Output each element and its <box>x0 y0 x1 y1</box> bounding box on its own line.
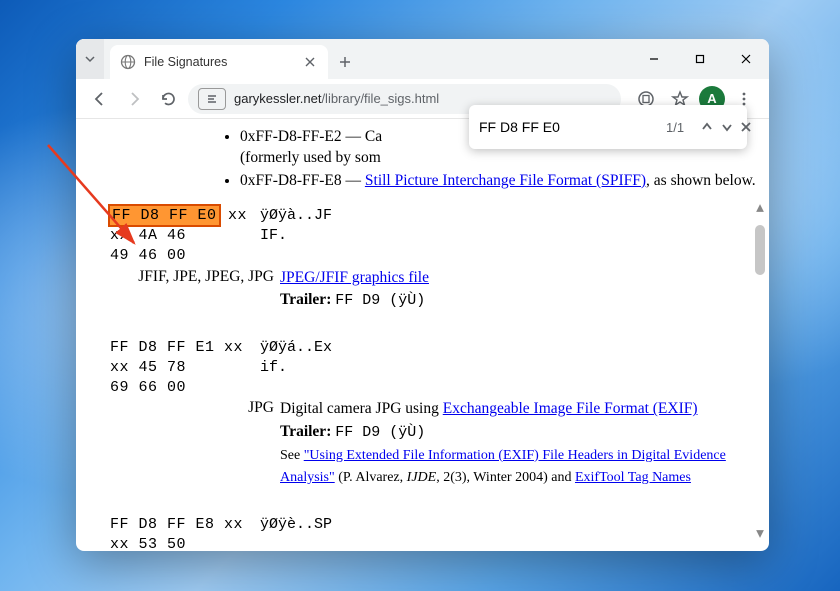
globe-icon <box>120 54 136 70</box>
find-prev-button[interactable] <box>700 114 714 140</box>
ascii-repr: ÿØÿà..JF IF. <box>260 206 765 247</box>
address-text: garykessler.net/library/file_sigs.html <box>234 91 439 106</box>
site-info-icon[interactable] <box>198 88 226 110</box>
forward-button[interactable] <box>120 85 148 113</box>
minimize-button[interactable] <box>631 39 677 79</box>
hex-signature: FF D8 FF E8 xx xx 53 50 <box>110 515 260 551</box>
exiftool-link[interactable]: ExifTool Tag Names <box>575 470 691 485</box>
file-extensions: JPG <box>110 398 280 419</box>
scroll-up-arrow-icon[interactable]: ▴ <box>753 201 767 215</box>
trailer-label: Trailer: <box>280 291 331 308</box>
window-close-button[interactable] <box>723 39 769 79</box>
reload-button[interactable] <box>154 85 182 113</box>
file-extensions: JFIF, JPE, JPEG, JPG <box>110 267 280 288</box>
ascii-repr: ÿØÿá..Ex if. <box>260 338 765 379</box>
exif-link[interactable]: Exchangeable Image File Format (EXIF) <box>443 400 698 417</box>
find-input[interactable] <box>479 119 660 135</box>
trailer-label: Trailer: <box>280 423 331 440</box>
page-content: 0xFF-D8-FF-E2 — Ca(formerly used by som … <box>76 119 769 551</box>
scroll-thumb[interactable] <box>755 225 765 275</box>
ascii-repr: ÿØÿè..SP <box>260 515 765 535</box>
tab-title: File Signatures <box>144 55 294 69</box>
trailer-hex: FF D9 (ÿÙ) <box>335 292 425 309</box>
find-in-page-bar: 1/1 <box>469 105 747 149</box>
back-button[interactable] <box>86 85 114 113</box>
titlebar: File Signatures <box>76 39 769 79</box>
hex-signature: FF D8 FF E1 xx xx 45 78 69 66 00 <box>110 338 260 399</box>
browser-tab[interactable]: File Signatures <box>110 45 328 79</box>
find-close-button[interactable] <box>740 114 752 140</box>
tab-search-button[interactable] <box>76 39 104 79</box>
trailer-hex: FF D9 (ÿÙ) <box>335 424 425 441</box>
jpeg-jfif-link[interactable]: JPEG/JFIF graphics file <box>280 269 429 286</box>
list-item: 0xFF-D8-FF-E8 — Still Picture Interchang… <box>240 171 765 192</box>
highlighted-match: FF D8 FF E0 <box>110 206 219 225</box>
hex-signature: FF D8 FF E0 xx xx 4A 46 49 46 00 <box>110 206 260 267</box>
spiff-link[interactable]: Still Picture Interchange File Format (S… <box>365 172 646 189</box>
browser-window: File Signatures garykessler.net/library/… <box>76 39 769 551</box>
new-tab-button[interactable] <box>328 45 362 79</box>
maximize-button[interactable] <box>677 39 723 79</box>
find-next-button[interactable] <box>720 114 734 140</box>
vertical-scrollbar[interactable]: ▴ ▾ <box>753 201 767 541</box>
tab-close-button[interactable] <box>302 54 318 70</box>
find-match-count: 1/1 <box>666 120 684 135</box>
scroll-down-arrow-icon[interactable]: ▾ <box>753 527 767 541</box>
